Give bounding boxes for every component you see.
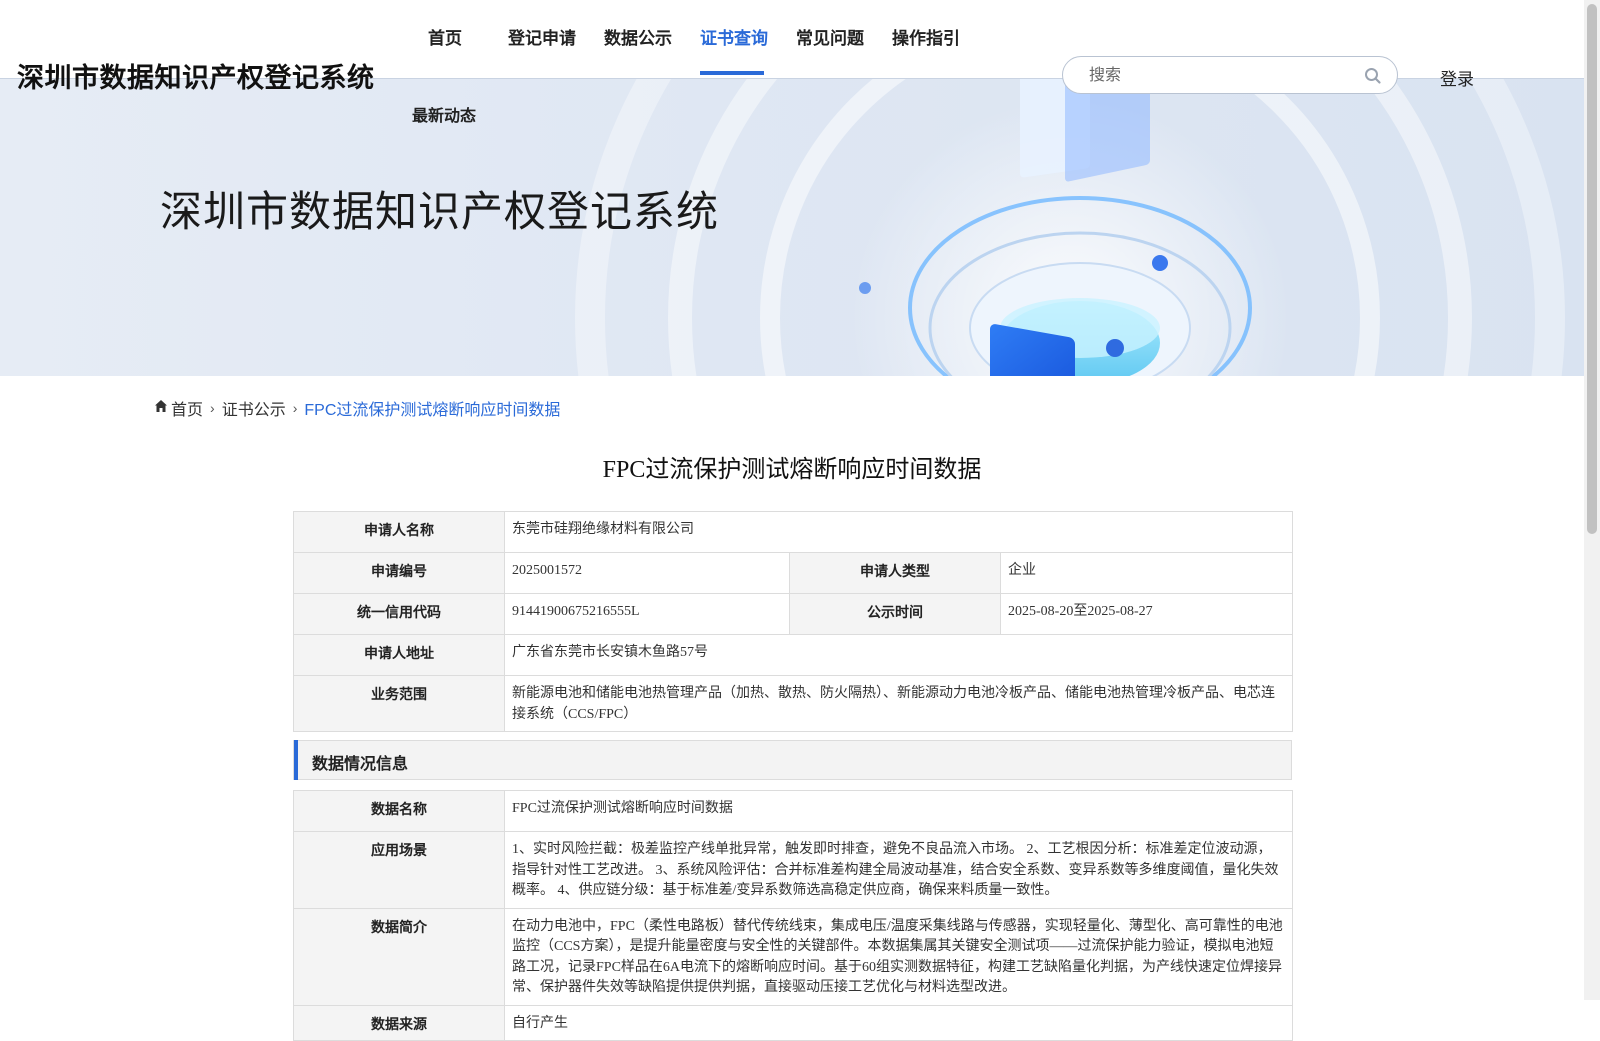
applicant-name-value: 东莞市硅翔绝缘材料有限公司	[503, 511, 1294, 553]
chevron-right-icon: ›	[210, 400, 215, 416]
table-row: 业务范围 新能源电池和储能电池热管理产品（加热、散热、防火隔热）、新能源动力电池…	[293, 675, 1294, 732]
table-row: 数据名称 FPC过流保护测试熔断响应时间数据	[293, 790, 1293, 832]
nav-latest-news[interactable]: 最新动态	[412, 102, 476, 126]
nav-register-apply[interactable]: 登记申请	[508, 24, 576, 49]
scrollbar-thumb[interactable]	[1587, 4, 1597, 534]
applicant-address-label: 申请人地址	[293, 634, 505, 676]
publicity-period-value: 2025-08-20至2025-08-27	[999, 593, 1294, 635]
application-number-value: 2025001572	[504, 552, 790, 594]
applicant-type-value: 企业	[999, 552, 1294, 594]
table-row: 申请人地址 广东省东莞市长安镇木鱼路57号	[293, 634, 1294, 676]
data-info-table: 数据名称 FPC过流保护测试熔断响应时间数据 应用场景 1、实时风险拦截：极差监…	[293, 790, 1293, 1041]
applicant-name-label: 申请人名称	[293, 511, 505, 553]
table-row: 统一信用代码 91441900675216555L 公示时间 2025-08-2…	[293, 593, 1294, 635]
table-row: 申请人名称 东莞市硅翔绝缘材料有限公司	[293, 511, 1294, 553]
banner-title: 深圳市数据知识产权登记系统	[160, 190, 720, 236]
nav-faq[interactable]: 常见问题	[796, 24, 864, 49]
section-title: 数据情况信息	[312, 756, 409, 773]
table-row: 数据来源 自行产生	[293, 1004, 1293, 1041]
table-row: 申请编号 2025001572 申请人类型 企业	[293, 552, 1294, 594]
nav-guide[interactable]: 操作指引	[892, 24, 960, 49]
applicant-address-value: 广东省东莞市长安镇木鱼路57号	[503, 634, 1294, 676]
business-scope-label: 业务范围	[293, 675, 505, 732]
home-icon	[155, 400, 167, 413]
table-row: 数据简介 在动力电池中，FPC（柔性电路板）替代传统线束，集成电压/温度采集线路…	[293, 907, 1293, 1006]
data-name-value: FPC过流保护测试熔断响应时间数据	[504, 790, 1293, 832]
hero-banner: 深圳市数据知识产权登记系统	[0, 78, 1584, 376]
data-info-section-header: 数据情况信息	[293, 740, 1292, 780]
application-number-label: 申请编号	[293, 552, 505, 594]
nav-data-publicity[interactable]: 数据公示	[604, 24, 672, 49]
data-intro-value: 在动力电池中，FPC（柔性电路板）替代传统线束，集成电压/温度采集线路与传感器，…	[504, 907, 1293, 1006]
business-scope-value: 新能源电池和储能电池热管理产品（加热、散热、防火隔热）、新能源动力电池冷板产品、…	[503, 675, 1294, 732]
search-input[interactable]	[1087, 63, 1351, 89]
data-intro-label: 数据简介	[293, 907, 505, 1006]
application-scenario-label: 应用场景	[293, 831, 505, 909]
breadcrumb-current[interactable]: FPC过流保护测试熔断响应时间数据	[304, 402, 560, 419]
chevron-right-icon: ›	[292, 400, 298, 416]
login-link[interactable]: 登录	[1440, 65, 1474, 90]
application-scenario-value: 1、实时风险拦截：极差监控产线单批异常，触发即时排查，避免不良品流入市场。 2、…	[504, 831, 1293, 909]
page-title: FPC过流保护测试熔断响应时间数据	[602, 457, 982, 483]
data-name-label: 数据名称	[293, 790, 505, 832]
nav-certificate-query[interactable]: 证书查询	[700, 24, 768, 49]
search-icon[interactable]	[1363, 66, 1383, 86]
applicant-info-table: 申请人名称 东莞市硅翔绝缘材料有限公司 申请编号 2025001572 申请人类…	[293, 511, 1294, 732]
breadcrumb-certificate-publicity[interactable]: 证书公示	[222, 402, 286, 419]
breadcrumb: 首页 › 证书公示 › FPC过流保护测试熔断响应时间数据	[154, 396, 560, 420]
nav-home[interactable]: 首页	[428, 24, 462, 49]
publicity-period-label: 公示时间	[789, 593, 1001, 635]
section-accent-bar	[294, 740, 298, 780]
breadcrumb-home[interactable]: 首页	[171, 402, 203, 419]
nav-active-indicator	[700, 71, 764, 75]
data-source-label: 数据来源	[293, 1004, 505, 1041]
site-title[interactable]: 深圳市数据知识产权登记系统	[17, 56, 375, 95]
data-source-value: 自行产生	[504, 1004, 1293, 1041]
applicant-type-label: 申请人类型	[789, 552, 1001, 594]
table-row: 应用场景 1、实时风险拦截：极差监控产线单批异常，触发即时排查，避免不良品流入市…	[293, 831, 1293, 909]
credit-code-label: 统一信用代码	[293, 593, 505, 635]
search-box	[1062, 56, 1398, 94]
credit-code-value: 91441900675216555L	[504, 593, 790, 635]
